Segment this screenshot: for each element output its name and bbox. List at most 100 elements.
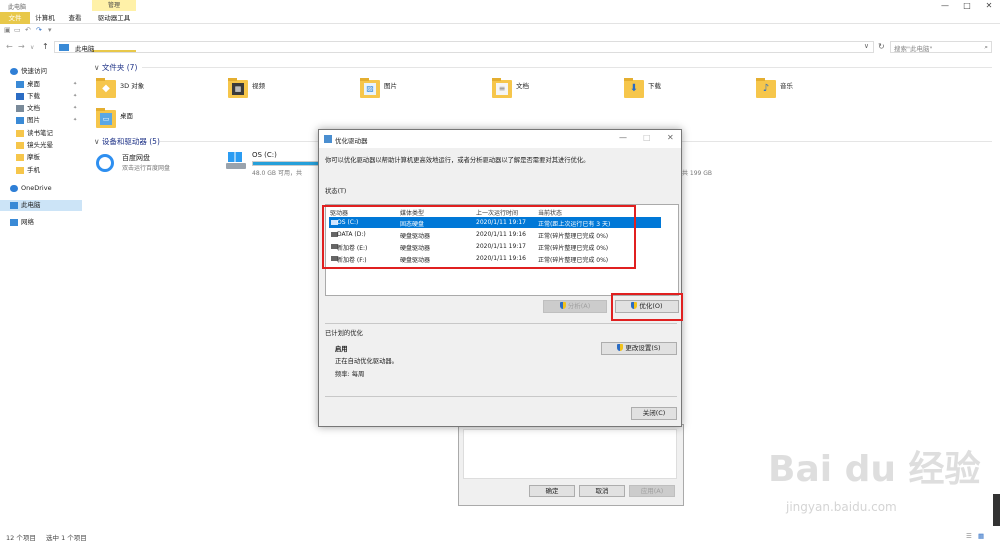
- picture-icon: [16, 117, 24, 124]
- back-button[interactable]: ←: [6, 42, 13, 51]
- divider: [142, 67, 992, 68]
- document-folder-icon: ≡: [492, 78, 512, 98]
- pin-icon[interactable]: ✦: [73, 79, 77, 90]
- drives-section-header[interactable]: ∨ 设备和驱动器 (5): [94, 136, 160, 147]
- folder-pictures[interactable]: ▨ 图片: [360, 78, 480, 108]
- drive-capacity-text: 共 199 GB: [682, 170, 713, 177]
- address-box[interactable]: 此电脑 ∨: [54, 41, 874, 53]
- redo-icon[interactable]: ↷: [36, 26, 42, 34]
- status-bar: 12 个项目 选中 1 个项目 ☰ ▦: [0, 530, 1000, 542]
- folder-documents[interactable]: ≡ 文档: [492, 78, 612, 108]
- 3d-objects-icon: ◆: [96, 78, 116, 98]
- folder-music[interactable]: ♪ 音乐: [756, 78, 876, 108]
- breadcrumb[interactable]: 此电脑: [75, 43, 95, 53]
- pin-icon[interactable]: ✦: [73, 91, 77, 102]
- ribbon-tabs: 文件 计算机 查看 驱动器工具: [0, 12, 1000, 52]
- divider: [325, 323, 677, 324]
- tab-computer[interactable]: 计算机: [30, 12, 60, 24]
- ok-button[interactable]: 确定: [529, 485, 575, 497]
- minimize-button[interactable]: —: [934, 0, 956, 12]
- recent-locations-button[interactable]: ∨: [30, 44, 34, 51]
- tab-file[interactable]: 文件: [0, 12, 30, 24]
- baidu-watermark-logo: Bai du 经验: [768, 449, 981, 490]
- change-settings-button[interactable]: 更改设置(S): [601, 342, 677, 355]
- cancel-button[interactable]: 取消: [579, 485, 625, 497]
- drive-baidu-netdisk[interactable]: 百度网盘 双击运行百度网盘: [96, 152, 216, 192]
- details-view-icon[interactable]: ☰: [966, 532, 972, 540]
- forward-button[interactable]: →: [18, 42, 25, 51]
- folder-name: 3D 对象: [120, 82, 145, 90]
- shield-icon: [617, 344, 624, 351]
- change-settings-label: 更改设置(S): [625, 344, 661, 352]
- window-titlebar: 此电脑 管理 — □ ✕: [0, 0, 1000, 12]
- folder-name: 桌面: [120, 112, 133, 120]
- this-pc-icon: [59, 44, 69, 51]
- folder-videos[interactable]: ▦ 视频: [228, 78, 348, 108]
- sidebar-item-this-pc[interactable]: 此电脑: [0, 200, 82, 211]
- undo-icon[interactable]: ↶: [25, 26, 31, 34]
- new-folder-icon[interactable]: ▭: [14, 26, 21, 34]
- dialog-maximize-button[interactable]: □: [643, 133, 651, 142]
- schedule-frequency: 频率: 每周: [335, 371, 365, 378]
- sidebar-item-desktop[interactable]: 桌面 ✦: [0, 79, 82, 90]
- sidebar-item-phone[interactable]: 手机: [0, 165, 82, 176]
- analyze-button[interactable]: 分析(A): [543, 300, 607, 313]
- folder-3d-objects[interactable]: ◆ 3D 对象: [96, 78, 216, 108]
- properties-icon[interactable]: ▣: [4, 26, 11, 34]
- refresh-icon[interactable]: ↻: [878, 42, 885, 51]
- address-dropdown-icon[interactable]: ∨: [864, 42, 869, 50]
- folder-icon: [16, 154, 24, 161]
- sidebar-item-network[interactable]: 网络: [0, 217, 82, 228]
- customize-qat-icon[interactable]: ▾: [48, 26, 52, 34]
- sidebar-item-downloads[interactable]: 下载 ✦: [0, 91, 82, 102]
- network-icon: [10, 219, 18, 226]
- sidebar-item-label: 图片: [27, 116, 40, 124]
- sidebar-item-reading-notes[interactable]: 读书笔记: [0, 128, 82, 139]
- drives-section-title: 设备和驱动器 (5): [101, 137, 160, 146]
- desktop-folder-icon: ▭: [96, 108, 116, 128]
- sidebar-item-quick-access[interactable]: 快速访问: [0, 66, 82, 77]
- pin-icon[interactable]: ✦: [73, 103, 77, 114]
- dialog-close-action-button[interactable]: 关闭(C): [631, 407, 677, 420]
- dialog-description: 你可以优化驱动器以帮助计算机更高效地运行，或者分析驱动器以了解是否需要对其进行优…: [325, 157, 590, 164]
- analyze-label: 分析(A): [567, 302, 591, 310]
- sidebar-item-label: 此电脑: [21, 201, 41, 209]
- sidebar-item-documents[interactable]: 文档 ✦: [0, 103, 82, 114]
- dialog-minimize-button[interactable]: —: [619, 133, 627, 142]
- dialog-close-button[interactable]: ✕: [667, 133, 674, 142]
- download-folder-icon: ⬇: [624, 78, 644, 98]
- music-folder-icon: ♪: [756, 78, 776, 98]
- drive-name: OS (C:): [252, 151, 277, 159]
- sidebar-item-lens-flare[interactable]: 镜头光晕: [0, 140, 82, 151]
- sidebar-item-pictures[interactable]: 图片 ✦: [0, 115, 82, 126]
- window-title: 此电脑: [8, 4, 27, 11]
- tab-view[interactable]: 查看: [60, 12, 90, 24]
- folder-icon: [16, 167, 24, 174]
- folders-section-title: 文件夹 (7): [101, 63, 138, 72]
- sidebar-item-label: 手机: [27, 166, 40, 174]
- pin-icon[interactable]: ✦: [73, 115, 77, 126]
- document-icon: [16, 105, 24, 112]
- scrollbar-thumb[interactable]: [993, 494, 1000, 526]
- maximize-button[interactable]: □: [956, 0, 978, 12]
- highlight-box-drives: [322, 205, 636, 269]
- folder-desktop[interactable]: ▭ 桌面: [96, 108, 216, 138]
- folder-downloads[interactable]: ⬇ 下载: [624, 78, 744, 108]
- folder-name: 音乐: [780, 82, 793, 90]
- sidebar-item-onedrive[interactable]: OneDrive: [0, 183, 82, 194]
- folder-name: 文档: [516, 82, 529, 90]
- search-input[interactable]: 搜索"此电脑" ⌕: [890, 41, 992, 53]
- apply-button[interactable]: 应用(A): [629, 485, 675, 497]
- folders-section-header[interactable]: ∨ 文件夹 (7): [94, 62, 137, 73]
- sidebar-item-label: OneDrive: [21, 184, 52, 192]
- download-icon: [16, 93, 24, 100]
- picture-folder-icon: ▨: [360, 78, 380, 98]
- baidu-watermark-url: jingyan.baidu.com: [786, 500, 897, 514]
- video-folder-icon: ▦: [228, 78, 248, 98]
- close-window-button[interactable]: ✕: [978, 0, 1000, 12]
- up-button[interactable]: ↑: [42, 42, 49, 51]
- large-icons-view-icon[interactable]: ▦: [978, 532, 984, 540]
- sidebar-item-template[interactable]: 摩板: [0, 152, 82, 163]
- sidebar-item-label: 快速访问: [21, 67, 47, 75]
- sidebar-item-label: 桌面: [27, 80, 40, 88]
